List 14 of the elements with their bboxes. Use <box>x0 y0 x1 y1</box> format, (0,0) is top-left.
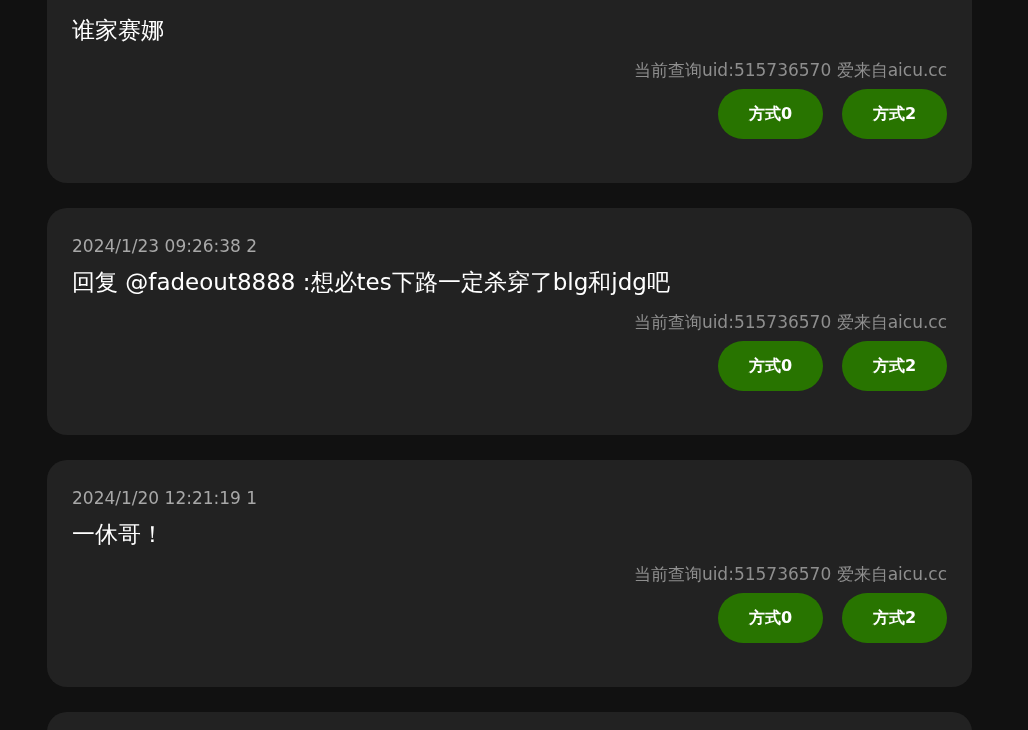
method-button[interactable]: 方式0 <box>718 89 823 139</box>
method-button[interactable]: 方式0 <box>718 341 823 391</box>
query-source-text: 当前查询uid:515736570 爱来自aicu.cc <box>633 311 947 334</box>
query-source-text: 当前查询uid:515736570 爱来自aicu.cc <box>633 563 947 586</box>
comment-text: 谁家赛娜 <box>72 16 164 45</box>
comment-text: 回复 @fadeout8888 :想必tes下路一定杀穿了blg和jdg吧 <box>72 268 670 297</box>
method-button[interactable]: 方式2 <box>842 593 947 643</box>
method-button[interactable]: 方式2 <box>842 89 947 139</box>
method-button[interactable]: 方式2 <box>842 341 947 391</box>
method-button[interactable]: 方式0 <box>718 593 823 643</box>
comment-text: 一休哥！ <box>72 520 164 549</box>
comment-time: 2024/1/20 12:21:19 1 <box>72 487 259 510</box>
comment-time: 2024/1/23 09:26:38 2 <box>72 235 259 258</box>
query-source-text: 当前查询uid:515736570 爱来自aicu.cc <box>633 59 947 82</box>
